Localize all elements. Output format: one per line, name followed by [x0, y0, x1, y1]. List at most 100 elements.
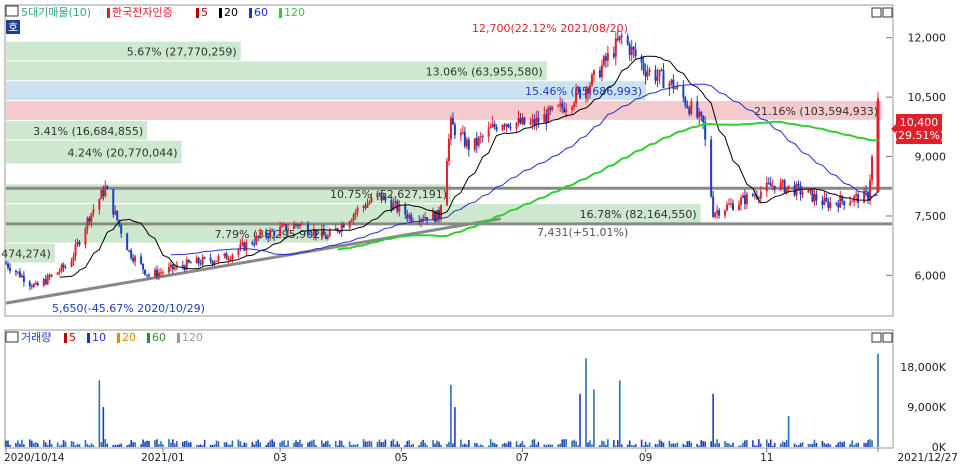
candle-body — [267, 236, 270, 238]
volume-bar — [168, 439, 170, 447]
volume-bar — [197, 444, 200, 447]
candle-body — [324, 235, 327, 239]
candle-body — [237, 249, 240, 255]
volume-bar — [452, 443, 454, 447]
volume-bar — [823, 442, 826, 447]
volume-bar — [781, 441, 784, 447]
volume-bar — [231, 440, 234, 447]
volume-bar — [273, 441, 275, 447]
candle-body — [255, 236, 258, 245]
volume-pane[interactable] — [4, 329, 894, 449]
candle-body — [354, 212, 357, 215]
candle-body — [376, 194, 379, 198]
volume-bar — [364, 441, 367, 447]
volume-ma-legend-label: 60 — [152, 331, 166, 344]
candle-body — [642, 62, 645, 71]
candle-body — [167, 266, 170, 273]
candle-body — [422, 218, 425, 220]
volume-bar — [835, 444, 838, 447]
volume-bar — [245, 443, 248, 447]
volume-bar — [201, 445, 204, 447]
candle-body — [445, 161, 448, 206]
volume-bar — [29, 439, 31, 447]
candle-body — [724, 210, 727, 216]
ma-legend-label: 120 — [284, 6, 305, 19]
ma-legend-swatch — [196, 8, 199, 18]
candle-body — [648, 69, 651, 73]
candle-body — [225, 253, 228, 260]
pane-toggle-icon[interactable] — [5, 5, 19, 17]
candle-body — [157, 272, 160, 277]
candle-body — [823, 197, 826, 205]
candle-body — [660, 69, 663, 71]
volume-bar — [793, 443, 796, 447]
volume-bar — [758, 439, 760, 447]
volume-bar — [392, 439, 395, 447]
candle-body — [78, 241, 81, 245]
volume-bar — [382, 441, 385, 447]
date-tick-label: 2021/12/27 — [897, 452, 958, 464]
candle-body — [606, 53, 609, 61]
volume-bar — [756, 445, 758, 447]
volume-bar — [827, 443, 830, 447]
price-tick-label: 9,000 — [915, 151, 947, 164]
volume-bar — [626, 444, 629, 447]
volume-bar — [654, 443, 657, 447]
candle-body — [557, 105, 560, 107]
volume-bar — [698, 445, 701, 447]
volume-pane-toggle-icon[interactable] — [5, 331, 19, 343]
candle-body — [106, 186, 109, 190]
volume-bar — [19, 443, 21, 447]
volume-ma-legend-swatch — [64, 333, 67, 343]
volume-bar — [535, 444, 538, 447]
candle-body — [273, 231, 276, 236]
candle-body — [308, 234, 311, 236]
candle-body — [368, 202, 371, 204]
candle-body — [406, 214, 409, 219]
volume-bar — [118, 444, 121, 447]
candle-body — [390, 200, 393, 211]
volume-bar — [160, 441, 162, 447]
candle-body — [493, 123, 496, 127]
candle-body — [197, 257, 200, 264]
volume-bar — [628, 440, 631, 447]
candle-body — [6, 263, 9, 268]
settings-icon-glyph: 호 — [8, 21, 18, 34]
volume-profile-label: 15.46% (75,686,993) — [525, 85, 642, 98]
candle-body — [279, 226, 282, 236]
volume-maximize-icon[interactable] — [882, 332, 893, 343]
candle-body — [300, 223, 303, 225]
candle-body — [549, 107, 552, 110]
candle-body — [432, 211, 435, 221]
volume-bar — [732, 442, 734, 447]
volume-bar — [507, 441, 510, 447]
volume-bar — [257, 439, 260, 447]
volume-bar — [531, 439, 534, 447]
candle-body — [467, 139, 470, 150]
stock-chart[interactable]: 5.67% (27,770,259) 13.06% (63,955,580) 15.… — [0, 0, 962, 465]
volume-bar — [269, 440, 271, 447]
candle-body — [227, 259, 230, 261]
volume-restore-icon[interactable] — [871, 332, 882, 343]
volume-bar — [350, 444, 353, 447]
candle-body — [586, 88, 589, 94]
candle-body — [656, 76, 659, 81]
volume-bar — [672, 443, 675, 447]
restore-icon[interactable] — [871, 7, 882, 18]
volume-bar — [481, 445, 484, 447]
candle-body — [604, 56, 607, 61]
volume-bar — [632, 445, 635, 447]
volume-bar — [424, 442, 426, 447]
candle-body — [783, 180, 786, 193]
volume-bar — [156, 439, 158, 447]
candle-body — [328, 230, 331, 237]
ma-legend-label: 60 — [254, 6, 268, 19]
candle-body — [809, 189, 812, 191]
volume-bar — [475, 443, 478, 447]
maximize-icon[interactable] — [882, 7, 893, 18]
candle-body — [410, 214, 413, 221]
volume-bar — [315, 445, 317, 447]
volume-bar — [309, 441, 311, 447]
volume-bar — [170, 442, 172, 447]
volume-bar — [340, 440, 343, 447]
